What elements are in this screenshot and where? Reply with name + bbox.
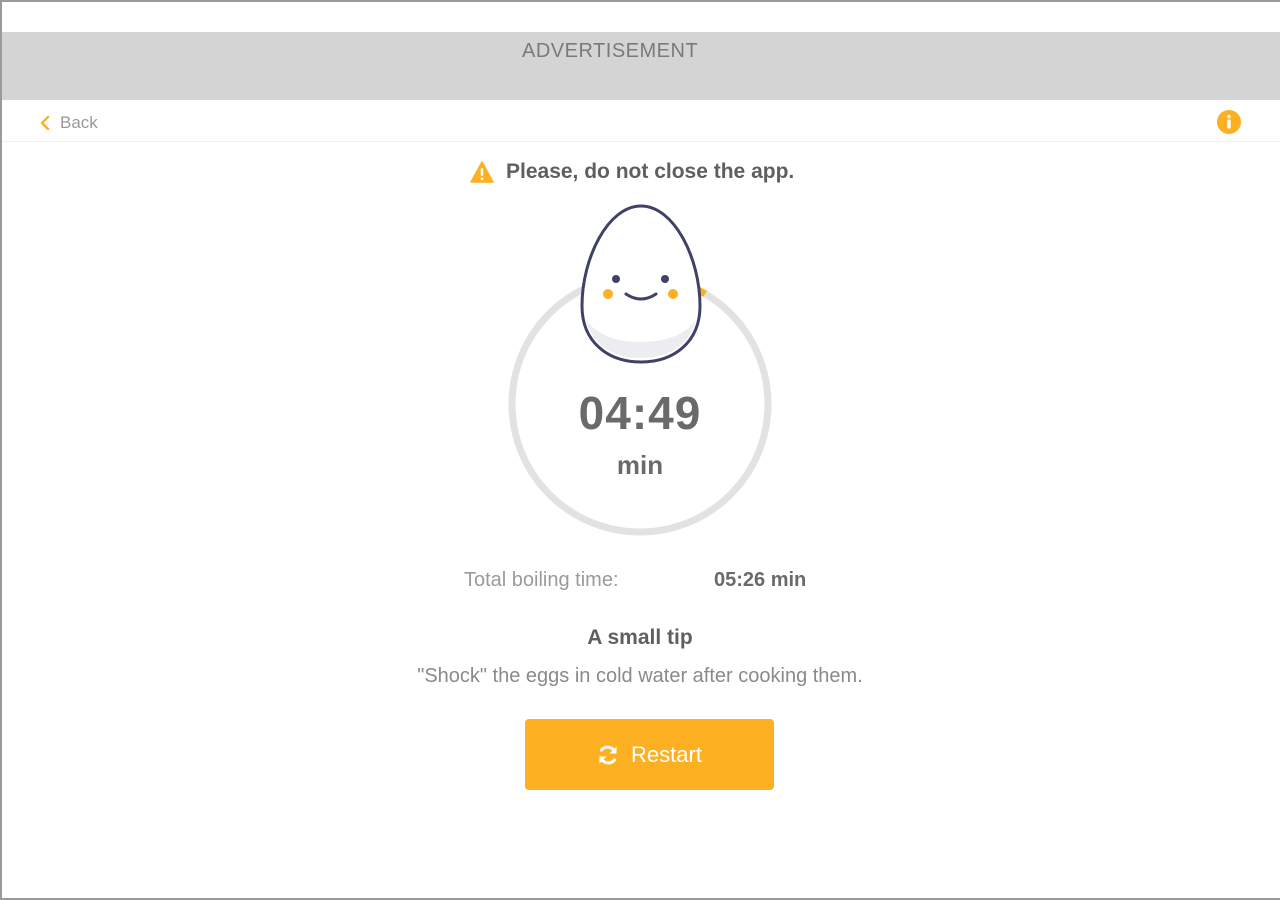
info-icon[interactable] xyxy=(1216,109,1242,135)
time-remaining: 04:49 xyxy=(578,387,702,439)
total-boiling-time-label: Total boiling time: xyxy=(464,569,619,591)
restart-label: Restart xyxy=(631,741,702,767)
warning-message: Please, do not close the app. xyxy=(470,160,794,184)
back-label: Back xyxy=(60,113,98,132)
advertisement-label: ADVERTISEMENT xyxy=(522,40,699,62)
total-boiling-time-value: 05:26 min xyxy=(714,569,807,591)
time-unit: min xyxy=(616,450,664,480)
refresh-icon xyxy=(599,745,617,764)
restart-button[interactable]: Restart xyxy=(525,719,774,790)
warning-triangle-icon xyxy=(470,161,494,183)
egg-mascot-icon xyxy=(580,204,702,364)
tip-title: A small tip xyxy=(587,626,693,649)
chevron-left-icon xyxy=(40,115,50,131)
tip-text: "Shock" the eggs in cold water after coo… xyxy=(417,665,863,687)
warning-text: Please, do not close the app. xyxy=(506,160,795,183)
back-button[interactable]: Back xyxy=(38,113,98,133)
top-navigation-bar xyxy=(2,100,1280,142)
